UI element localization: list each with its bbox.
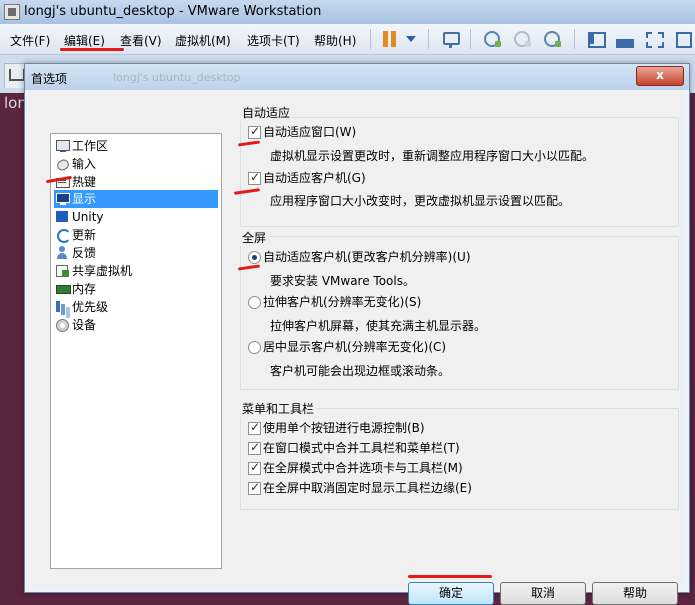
fullscreen-stretch-description: 拉伸客户机屏幕，使其充满主机显示器。 [270,319,486,334]
menu-help[interactable]: 帮助(H) [314,32,356,49]
toolbar-separator [370,29,371,49]
snapshot-icon[interactable] [482,29,502,49]
category-display[interactable]: 显示 [54,190,218,208]
library-icon[interactable] [586,29,606,49]
devices-icon [56,318,70,331]
dialog-body: 工作区 输入 热键 显示 Unity 更新 [30,90,684,587]
fullscreen-group-title: 全屏 [240,229,268,246]
autofit-guest-description: 应用程序窗口大小改变时，更改虚拟机显示设置以匹配。 [270,194,570,209]
unity-view-icon[interactable] [672,29,692,49]
annotation-underline-edit-menu [60,48,124,51]
combine-toolbar-menubar-label[interactable]: 在窗口模式中合并工具栏和菜单栏(T) [263,441,460,456]
show-toolbar-edge-label[interactable]: 在全屏中取消固定时显示工具栏边缘(E) [263,481,472,496]
close-button[interactable]: x [636,66,684,86]
priority-icon [56,300,70,313]
vmware-app-icon [4,4,20,20]
fullscreen-stretch-label[interactable]: 拉伸客户机(分辨率无变化)(S) [263,295,421,310]
category-label: Unity [72,210,104,224]
console-view-icon[interactable] [614,29,634,49]
toolbar-separator [574,29,575,49]
fullscreen-center-radio[interactable] [248,341,261,354]
fullscreen-autofit-description: 要求安装 VMware Tools。 [270,274,415,289]
category-devices[interactable]: 设备 [54,316,218,334]
help-button[interactable]: 帮助 [592,582,678,605]
pause-icon[interactable] [380,29,400,49]
cancel-button[interactable]: 取消 [500,582,586,605]
category-input[interactable]: 输入 [54,155,218,173]
category-label: 更新 [72,228,96,242]
ok-button[interactable]: 确定 [408,582,494,605]
menu-tabs[interactable]: 选项卡(T) [247,32,300,49]
dialog-ghost-title: longj's ubuntu_desktop [113,71,241,84]
category-shared-vms[interactable]: 共享虚拟机 [54,262,218,280]
preferences-dialog: 首选项 longj's ubuntu_desktop x 工作区 输入 热键 显… [24,63,690,593]
category-update[interactable]: 更新 [54,226,218,244]
revert-snapshot-icon[interactable] [512,29,532,49]
category-hotkeys[interactable]: 热键 [54,173,218,191]
category-workspace[interactable]: 工作区 [54,137,218,155]
display-icon [56,192,70,205]
feedback-icon [56,246,70,259]
category-label: 反馈 [72,246,96,260]
fullscreen-center-description: 客户机可能会出现边框或滚动条。 [270,364,450,379]
fullscreen-center-label[interactable]: 居中显示客户机(分辨率无变化)(C) [263,340,446,355]
category-label: 显示 [72,192,96,206]
category-memory[interactable]: 内存 [54,280,218,298]
category-label: 共享虚拟机 [72,264,132,278]
window-title: longj's ubuntu_desktop - VMware Workstat… [24,4,321,19]
dialog-title-bar[interactable]: 首选项 longj's ubuntu_desktop x [25,64,689,90]
full-screen-icon[interactable] [644,29,664,49]
show-toolbar-edge-checkbox[interactable] [248,482,261,495]
main-title-bar: longj's ubuntu_desktop - VMware Workstat… [0,0,695,24]
autofit-guest-checkbox[interactable] [248,172,261,185]
category-unity[interactable]: Unity [54,208,218,226]
home-icon [9,69,25,81]
category-label: 设备 [72,318,96,332]
input-icon [56,157,70,170]
menu-file[interactable]: 文件(F) [10,32,50,49]
menus-toolbar-group-title: 菜单和工具栏 [240,400,316,417]
combine-toolbar-menubar-checkbox[interactable] [248,442,261,455]
fullscreen-stretch-radio[interactable] [248,296,261,309]
category-label: 工作区 [72,139,108,153]
autofit-window-checkbox[interactable] [248,126,261,139]
category-label: 内存 [72,282,96,296]
memory-icon [56,282,70,295]
snapshot-manager-icon[interactable] [542,29,562,49]
category-label: 优先级 [72,300,108,314]
update-icon [56,228,70,241]
category-feedback[interactable]: 反馈 [54,244,218,262]
category-list: 工作区 输入 热键 显示 Unity 更新 [50,133,222,569]
category-label: 输入 [72,157,96,171]
single-power-button-checkbox[interactable] [248,422,261,435]
workspace-icon [56,139,70,152]
fullscreen-autofit-radio[interactable] [248,251,261,264]
single-power-button-label[interactable]: 使用单个按钮进行电源控制(B) [263,421,425,436]
shared-vm-icon [56,264,70,277]
fullscreen-autofit-label[interactable]: 自动适应客户机(更改客户机分辨率)(U) [263,250,471,265]
autofit-window-label[interactable]: 自动适应窗口(W) [263,125,356,140]
menu-view[interactable]: 查看(V) [120,32,162,49]
category-label: 热键 [72,175,96,189]
annotation-underline-ok [408,575,492,578]
network-icon[interactable] [440,29,460,49]
combine-tabs-toolbar-label[interactable]: 在全屏模式中合并选项卡与工具栏(M) [263,461,463,476]
unity-icon [56,210,70,223]
category-priority[interactable]: 优先级 [54,298,218,316]
toolbar-separator [470,29,471,49]
menu-vm[interactable]: 虚拟机(M) [175,32,231,49]
dialog-title: 首选项 [31,70,67,87]
menu-edit[interactable]: 编辑(E) [64,32,105,49]
toolbar-separator [428,29,429,49]
autofit-window-description: 虚拟机显示设置更改时，重新调整应用程序窗口大小以匹配。 [270,149,594,164]
power-dropdown-icon[interactable] [402,29,422,49]
autofit-group-title: 自动适应 [240,104,292,121]
autofit-guest-label[interactable]: 自动适应客户机(G) [263,171,366,186]
combine-tabs-toolbar-checkbox[interactable] [248,462,261,475]
